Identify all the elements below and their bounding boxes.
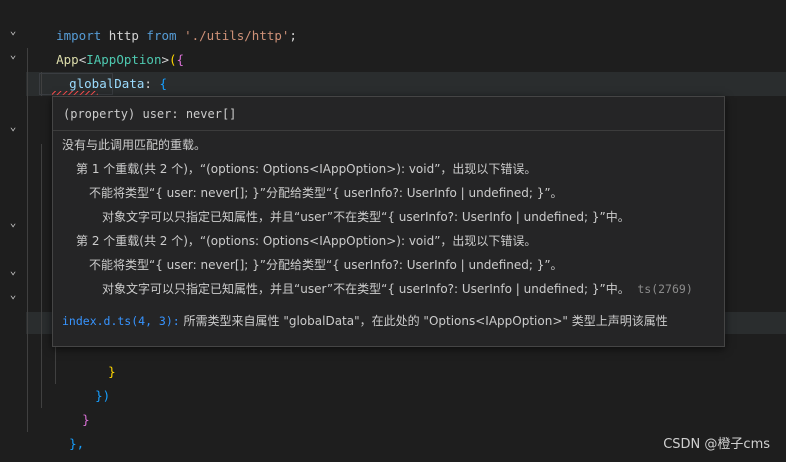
code-line: }) — [0, 360, 786, 403]
error-squiggle — [52, 91, 98, 95]
related-location-link[interactable]: index.d.ts(4, 3): — [62, 314, 180, 328]
hover-tooltip[interactable]: (property) user: never[] 没有与此调用匹配的重载。 第 … — [52, 96, 725, 347]
hover-signature: (property) user: never[] — [53, 97, 724, 131]
error-code: ts(2769) — [637, 282, 693, 296]
error-message-line: 第 2 个重载(共 2 个)，“(options: Options<IAppOp… — [76, 234, 537, 248]
error-message-line: 对象文字可以只指定已知属性，并且“user”不在类型“{ userInfo?: … — [102, 210, 630, 224]
error-message-line: 第 1 个重载(共 2 个)，“(options: Options<IAppOp… — [76, 162, 537, 176]
chevron-down-icon[interactable]: ⌄ — [6, 288, 20, 312]
error-message-text: 对象文字可以只指定已知属性，并且“user”不在类型“{ userInfo?: … — [102, 282, 630, 296]
code-line: import http from './utils/http'; — [0, 0, 786, 43]
error-message-line: 对象文字可以只指定已知属性，并且“user”不在类型“{ userInfo?: … — [102, 279, 693, 299]
code-line: user: [], — [0, 72, 786, 115]
error-message-line: 不能将类型“{ user: never[]; }”分配给类型“{ userInf… — [89, 186, 563, 200]
related-info: index.d.ts(4, 3): 所需类型来自属性 "globalData"，… — [62, 311, 668, 331]
watermark: CSDN @橙子cms — [663, 437, 770, 452]
code-line: globalData: { — [0, 48, 786, 91]
chevron-down-icon[interactable]: ⌄ — [6, 216, 20, 240]
error-message-line: 没有与此调用匹配的重载。 — [62, 138, 207, 152]
code-line: }, — [0, 408, 786, 451]
code-line: } — [0, 384, 786, 427]
error-message-line: 不能将类型“{ user: never[]; }”分配给类型“{ userInf… — [89, 258, 563, 272]
related-info-text: 所需类型来自属性 "globalData"，在此处的 "Options<IApp… — [179, 314, 668, 328]
chevron-down-icon[interactable]: ⌄ — [6, 264, 20, 288]
code-line: App<IAppOption>({ — [0, 24, 786, 67]
